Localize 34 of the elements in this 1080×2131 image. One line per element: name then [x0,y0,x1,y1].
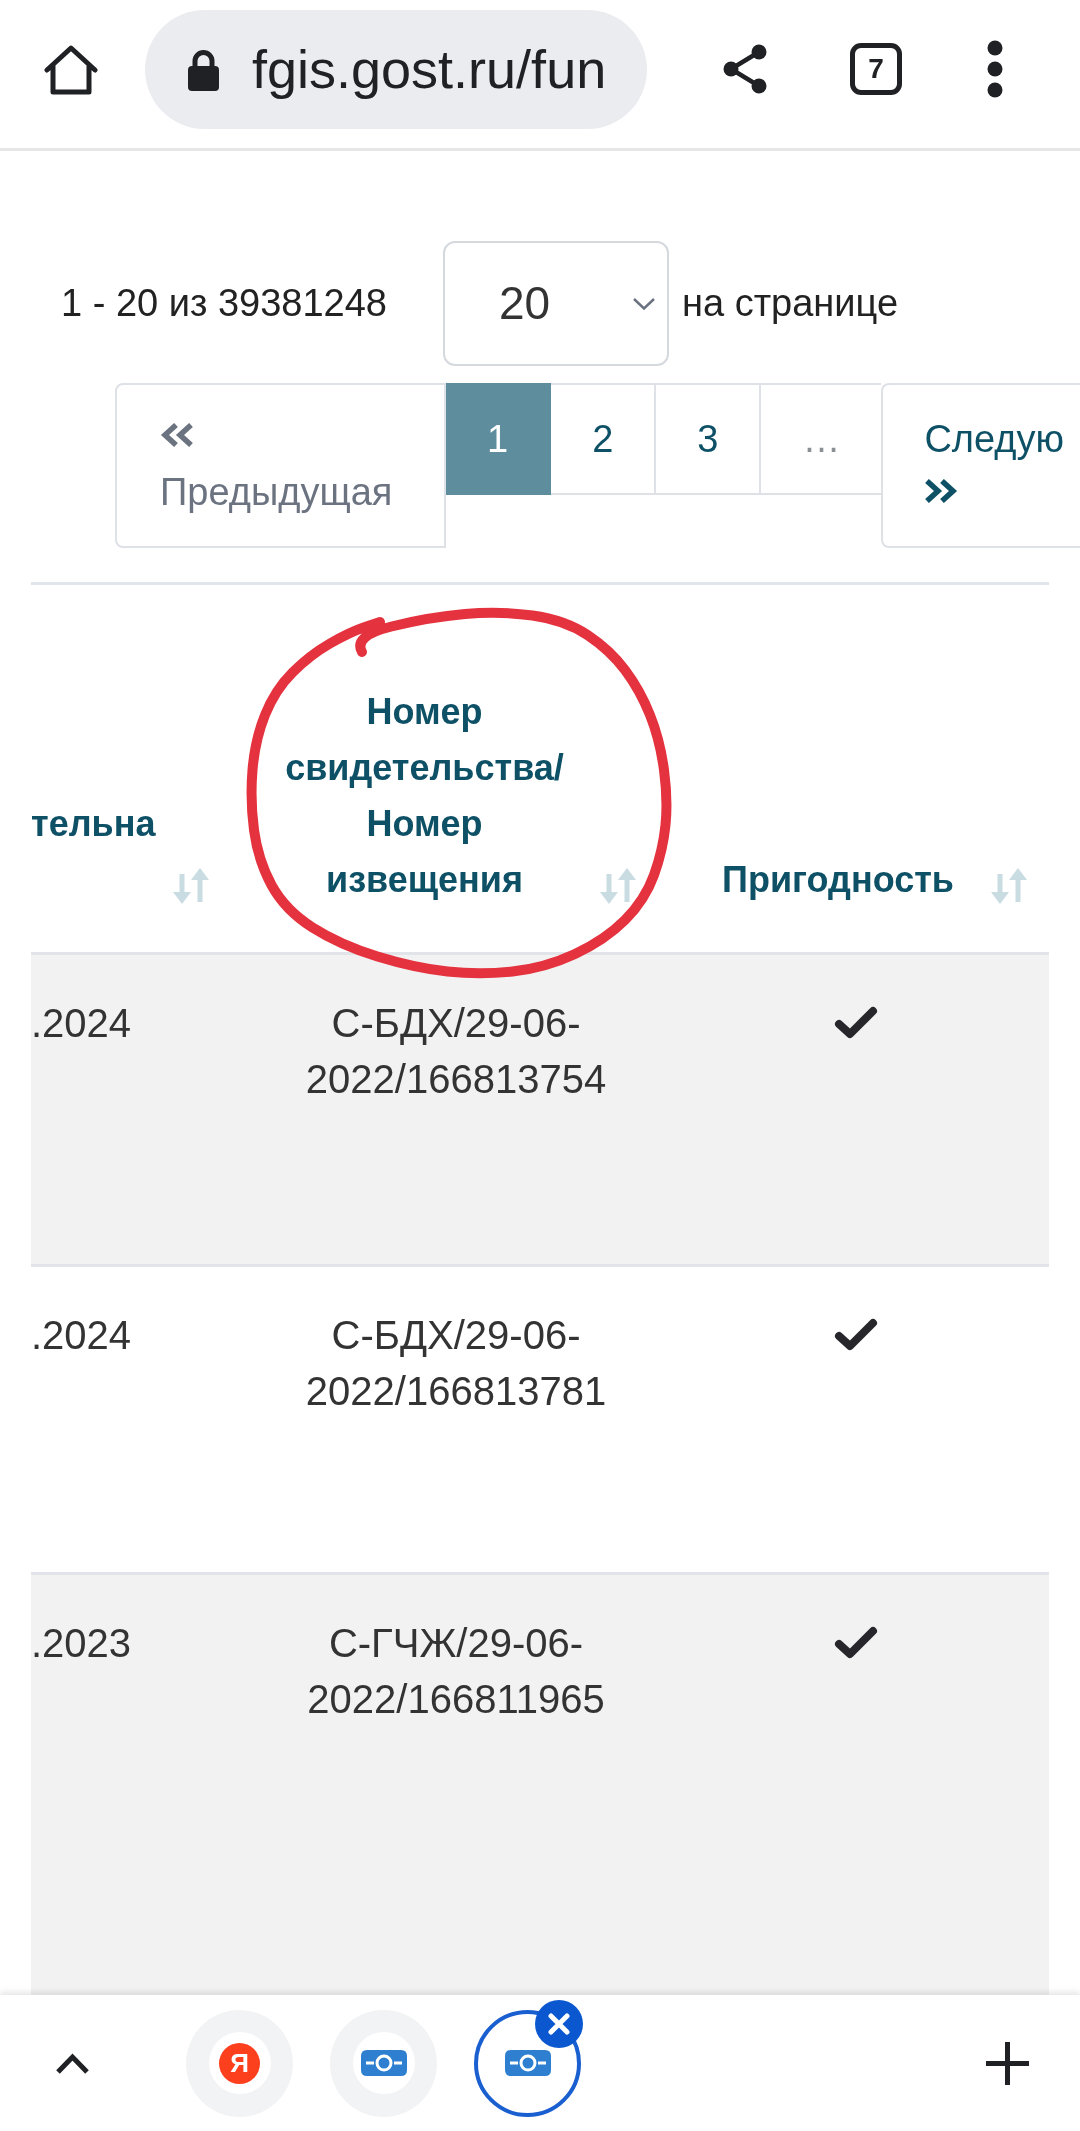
per-page-label: на странице [682,281,899,326]
chevron-down-icon [633,297,655,310]
plus-icon[interactable] [986,2041,1029,2085]
menu-icon[interactable] [987,40,1003,98]
page-button[interactable]: 2 [551,383,657,495]
tab-count-button[interactable]: 7 [850,43,902,95]
column-header: Пригодность [722,858,954,902]
double-chevron-right-icon [924,479,959,503]
table-cell: .2024 [31,1001,132,1045]
table-cell-text: С-ГЧЖ/29-06-2022/166811965 [306,1620,606,1723]
next-page-button[interactable]: Следую [881,383,1080,548]
table-cell-text: С-БДХ/29-06-2022/166813754 [304,1000,608,1103]
share-icon[interactable] [722,44,768,94]
pagination-gap: … [761,383,882,495]
previous-page-button[interactable]: Предыдущая [115,383,446,548]
page-button[interactable]: 1 [446,383,552,495]
double-chevron-left-icon [160,423,194,447]
site-logo-icon [504,2048,551,2078]
column-header: тельна [31,802,156,846]
letter-logo: Я [219,2042,260,2084]
close-icon[interactable] [535,1999,583,2048]
table-cell: .2023 [31,1621,132,1665]
page-button[interactable]: 3 [656,383,762,495]
chevron-up-icon[interactable] [55,2051,90,2075]
column-header: Номер свидетельства/Номер извещения [284,690,565,902]
address-bar[interactable]: fgis.gost.ru/fun [145,9,647,129]
table-cell-text: С-БДХ/29-06-2022/166813781 [304,1312,608,1415]
lock-icon [187,47,220,91]
results-summary: 1 - 20 из 39381248 [61,281,387,326]
table-cell: .2024 [31,1313,132,1357]
site-logo-icon [360,2048,407,2078]
tab-button[interactable]: Я [186,2009,293,2117]
home-icon[interactable] [44,42,98,96]
page-size-select[interactable]: 20 [443,241,669,366]
